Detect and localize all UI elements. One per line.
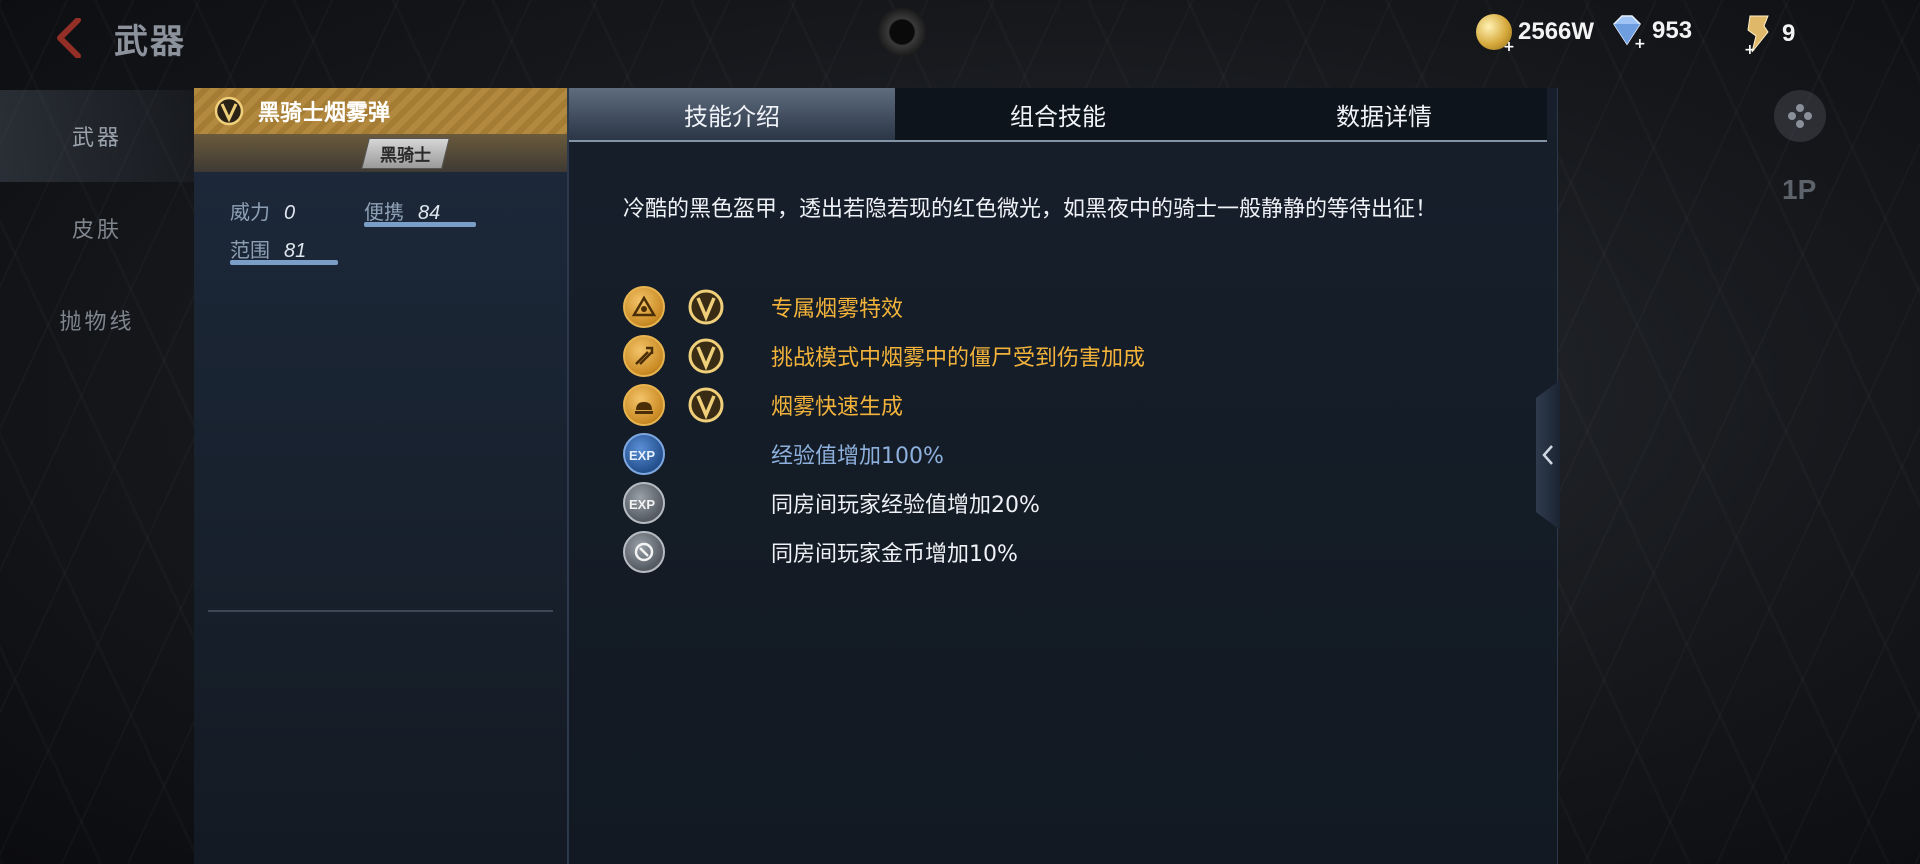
skill-text: 挑战模式中烟雾中的僵尸受到伤害加成 [771, 345, 1146, 371]
series-badge-row: 黑骑士 [194, 134, 567, 172]
series-badge: 黑骑士 [361, 137, 450, 169]
vip-v-icon [214, 96, 244, 126]
svg-text:+: + [1634, 36, 1646, 48]
gamepad-icon [1788, 104, 1812, 128]
tab-combo-skills[interactable]: 组合技能 [895, 88, 1221, 140]
page-title: 武器 [114, 22, 186, 62]
nav-item-label: 抛物线 [59, 310, 135, 335]
tab-skill-intro[interactable]: 技能介绍 [569, 88, 895, 140]
nav-item-weapons[interactable]: 武器 [0, 90, 194, 182]
skill-text: 烟雾快速生成 [771, 394, 904, 420]
stat-label: 便携 [364, 200, 404, 224]
skill-row: 挑战模式中烟雾中的僵尸受到伤害加成 [623, 331, 1145, 380]
skill-text: 同房间玩家金币增加10% [771, 541, 1018, 567]
skill-text: 同房间玩家经验值增加20% [771, 492, 1040, 518]
chevron-left-icon [1542, 445, 1553, 465]
stat-value: 0 [284, 202, 296, 224]
nav-item-skins[interactable]: 皮肤 [0, 182, 194, 274]
svg-text:+: + [1744, 42, 1756, 54]
item-info-panel: 黑骑士烟雾弹 黑骑士 威力 0 便携 84 范围 81 [194, 88, 568, 864]
tab-data-details[interactable]: 数据详情 [1221, 88, 1547, 140]
collapse-panel-button[interactable] [1536, 380, 1560, 530]
tab-label: 组合技能 [1010, 102, 1106, 131]
skill-row: 专属烟雾特效 [623, 282, 903, 331]
vip-v-icon [688, 387, 724, 422]
skill-list: 专属烟雾特效 挑战模式中烟雾中的僵尸受到伤害加成 烟雾快速生成 EXP 经验值增… [623, 282, 1145, 576]
stat-bar-portability [364, 222, 476, 227]
damage-boost-icon [623, 334, 665, 377]
skill-row: 同房间玩家金币增加10% [623, 527, 1018, 576]
back-button[interactable] [44, 16, 94, 60]
diamond-currency[interactable]: + 953 [1608, 14, 1692, 48]
svg-text:EXP: EXP [629, 497, 655, 512]
gold-amount: 2566W [1518, 18, 1595, 45]
player-one-button[interactable]: 1P [1782, 174, 1816, 206]
camera-cutout [878, 8, 926, 56]
item-header: 黑骑士烟雾弹 [194, 88, 567, 134]
vip-v-icon [688, 289, 724, 324]
skill-panel: 技能介绍 组合技能 数据详情 冷酷的黑色盔甲，透出若隐若现的红色微光，如黑夜中的… [568, 88, 1558, 864]
tab-label: 技能介绍 [684, 102, 780, 131]
stat-bar-range [230, 260, 338, 265]
skill-row: 烟雾快速生成 [623, 380, 903, 429]
vip-v-icon [688, 338, 724, 373]
stat-label: 威力 [230, 200, 270, 224]
room-coin-icon [623, 530, 665, 573]
tab-label: 数据详情 [1336, 102, 1432, 131]
chevron-left-icon [57, 18, 81, 58]
stat-portability: 便携 84 [364, 196, 440, 225]
diamond-icon: + [1613, 15, 1646, 48]
divider [208, 610, 553, 612]
smoke-effect-icon [623, 285, 665, 328]
medal-amount: 9 [1782, 20, 1796, 47]
room-exp-icon: EXP [623, 481, 665, 524]
stats-area: 威力 0 便携 84 范围 81 [194, 172, 567, 292]
item-description: 冷酷的黑色盔甲，透出若隐若现的红色微光，如黑夜中的骑士一般静静的等待出征！ [623, 197, 1438, 222]
svg-text:EXP: EXP [629, 448, 655, 463]
medal-currency[interactable]: + 9 [1742, 14, 1795, 54]
nav-item-trajectory[interactable]: 抛物线 [0, 274, 194, 366]
skill-text: 经验值增加100% [771, 443, 944, 469]
medal-icon: + [1744, 15, 1769, 54]
gamepad-button[interactable] [1774, 90, 1826, 142]
nav-item-label: 武器 [71, 126, 122, 151]
item-name: 黑骑士烟雾弹 [258, 101, 391, 126]
series-label: 黑骑士 [380, 145, 431, 166]
skill-row: EXP 经验值增加100% [623, 429, 944, 478]
skill-row: EXP 同房间玩家经验值增加20% [623, 478, 1040, 527]
left-nav: 武器 皮肤 抛物线 [0, 90, 194, 366]
tab-bar: 技能介绍 组合技能 数据详情 [569, 88, 1547, 142]
stat-label: 范围 [230, 238, 270, 262]
stat-range: 范围 81 [230, 234, 306, 263]
gold-currency[interactable]: + 2566W [1476, 14, 1595, 54]
gold-coin-icon: + [1476, 14, 1515, 54]
diamond-amount: 953 [1652, 17, 1693, 44]
exp-icon: EXP [623, 432, 665, 475]
skill-text: 专属烟雾特效 [771, 296, 904, 322]
nav-item-label: 皮肤 [71, 218, 122, 243]
stat-power: 威力 0 [230, 196, 295, 225]
fast-smoke-icon [623, 383, 665, 426]
